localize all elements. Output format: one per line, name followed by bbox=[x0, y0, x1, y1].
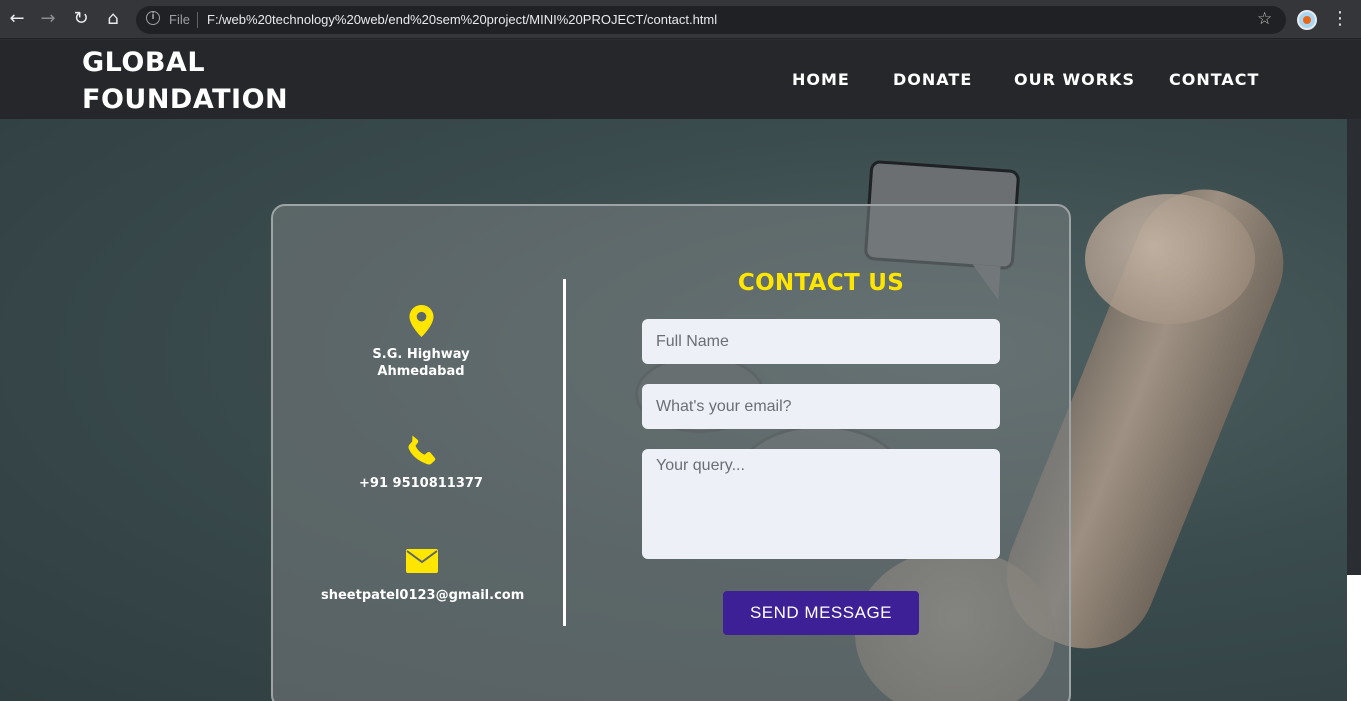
nav-donate[interactable]: DONATE bbox=[893, 70, 972, 89]
star-icon[interactable]: ☆ bbox=[1257, 8, 1272, 30]
mail-icon bbox=[406, 549, 438, 573]
site-header: GLOBAL FOUNDATION HOME DONATE OUR WORKS … bbox=[0, 40, 1361, 119]
phone-earpiece-graphic bbox=[1085, 194, 1255, 324]
nav-our-works[interactable]: OUR WORKS bbox=[1014, 70, 1135, 89]
full-name-input[interactable] bbox=[642, 319, 1000, 364]
url-text[interactable]: F:/web%20technology%20web/end%20sem%20pr… bbox=[207, 12, 717, 27]
nav-home[interactable]: HOME bbox=[792, 70, 850, 89]
back-icon[interactable]: ← bbox=[6, 8, 28, 30]
brand-line1: GLOBAL bbox=[82, 47, 206, 78]
brand-logo[interactable]: GLOBAL FOUNDATION bbox=[82, 44, 288, 118]
email-input[interactable] bbox=[642, 384, 1000, 429]
forward-icon[interactable]: → bbox=[37, 8, 59, 30]
email-text: sheetpatel0123@gmail.com bbox=[321, 588, 525, 603]
address-line1: S.G. Highway bbox=[372, 347, 470, 362]
more-menu-icon[interactable]: ⋮ bbox=[1331, 8, 1349, 30]
omnibox-separator bbox=[197, 12, 198, 28]
page-edge bbox=[1347, 575, 1361, 701]
location-pin-icon bbox=[409, 305, 434, 337]
file-label: File bbox=[169, 12, 190, 27]
phone-text: +91 9510811377 bbox=[359, 476, 483, 491]
address-line2: Ahmedabad bbox=[377, 364, 465, 379]
query-textarea[interactable] bbox=[642, 449, 1000, 559]
nav-contact[interactable]: CONTACT bbox=[1169, 70, 1259, 89]
home-icon[interactable]: ⌂ bbox=[102, 8, 124, 30]
address-bar[interactable]: i File F:/web%20technology%20web/end%20s… bbox=[136, 6, 1286, 34]
profile-avatar[interactable] bbox=[1297, 10, 1317, 30]
reload-icon[interactable]: ↻ bbox=[70, 8, 92, 30]
brand-line2: FOUNDATION bbox=[82, 84, 289, 115]
contact-title: CONTACT US bbox=[737, 270, 905, 296]
info-icon[interactable]: i bbox=[146, 11, 160, 25]
send-message-button[interactable]: SEND MESSAGE bbox=[723, 591, 919, 635]
address-text: S.G. Highway Ahmedabad bbox=[351, 346, 491, 380]
phone-icon bbox=[408, 435, 436, 465]
card-divider bbox=[563, 279, 566, 626]
browser-toolbar: ← → ↻ ⌂ i File F:/web%20technology%20web… bbox=[0, 0, 1361, 39]
